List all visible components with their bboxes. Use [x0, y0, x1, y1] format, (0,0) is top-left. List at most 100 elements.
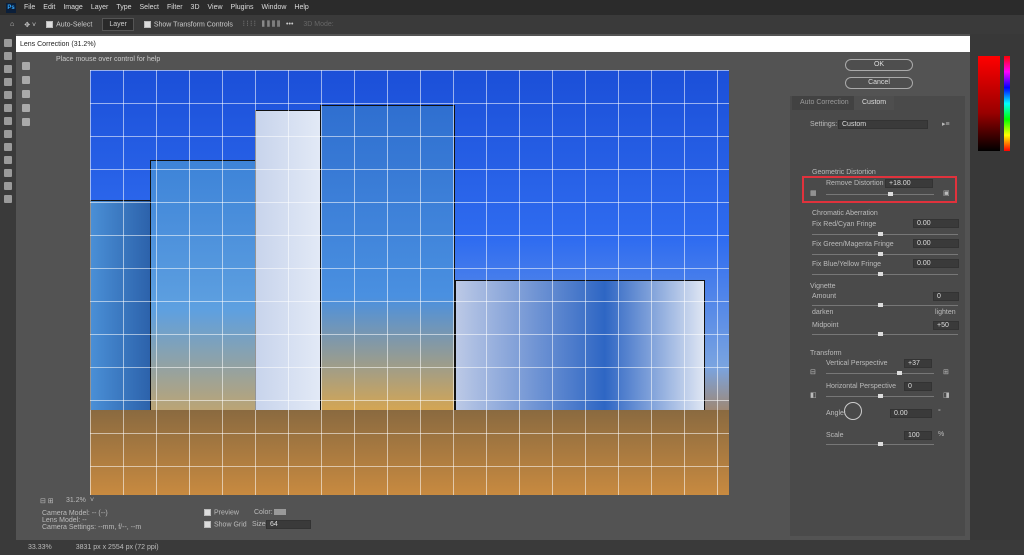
- geometric-title: Geometric Distortion: [812, 169, 876, 176]
- angle-input[interactable]: 0.00: [890, 409, 932, 418]
- crop-tool-icon[interactable]: [4, 78, 12, 86]
- red-cyan-slider[interactable]: [812, 234, 958, 235]
- menu-window[interactable]: Window: [262, 4, 287, 11]
- tab-custom[interactable]: Custom: [854, 96, 895, 110]
- red-cyan-thumb[interactable]: [878, 232, 883, 236]
- dialog-footer: ⊟ ⊞ 31.2% ˅ Camera Model: -- (--) Lens M…: [16, 496, 970, 538]
- grid-overlay: [90, 70, 729, 495]
- marquee-tool-icon[interactable]: [4, 52, 12, 60]
- transform-title: Transform: [810, 350, 842, 357]
- settings-label: Settings:: [810, 121, 838, 128]
- scale-thumb[interactable]: [878, 442, 883, 446]
- zoom-level: 31.2%: [66, 497, 86, 504]
- document-info[interactable]: 3831 px x 2554 px (72 ppi): [76, 544, 159, 551]
- blue-yellow-thumb[interactable]: [878, 272, 883, 276]
- horizontal-perspective-icon-right: ◨: [943, 392, 950, 399]
- red-cyan-input[interactable]: 0.00: [913, 219, 959, 228]
- amount-thumb[interactable]: [878, 303, 883, 307]
- home-icon[interactable]: ⌂: [10, 21, 14, 28]
- menu-image[interactable]: Image: [63, 4, 82, 11]
- eraser-tool-icon[interactable]: [4, 130, 12, 138]
- stamp-tool-icon[interactable]: [4, 117, 12, 125]
- menu-edit[interactable]: Edit: [43, 4, 55, 11]
- zoom-out-icon[interactable]: ⊟ ⊞: [40, 497, 54, 505]
- remove-distortion-input[interactable]: +18.00: [885, 179, 933, 188]
- layer-dropdown[interactable]: Layer: [102, 18, 134, 31]
- menu-filter[interactable]: Filter: [167, 4, 183, 11]
- blue-yellow-label: Fix Blue/Yellow Fringe: [812, 261, 881, 268]
- grid-size-dropdown[interactable]: 64: [266, 520, 311, 529]
- options-bar: ⌂ ✥ ˅ Auto-Select Layer Show Transform C…: [0, 15, 1024, 34]
- menu-3d[interactable]: 3D: [191, 4, 200, 11]
- auto-select-checkbox[interactable]: Auto-Select: [46, 20, 92, 28]
- vertical-perspective-label: Vertical Perspective: [826, 360, 888, 367]
- hand-tool-icon[interactable]: [22, 104, 30, 112]
- midpoint-thumb[interactable]: [878, 332, 883, 336]
- move-tool-icon[interactable]: [4, 39, 12, 47]
- menu-file[interactable]: File: [24, 4, 35, 11]
- menu-select[interactable]: Select: [140, 4, 159, 11]
- straighten-tool-icon[interactable]: [22, 76, 30, 84]
- blue-yellow-input[interactable]: 0.00: [913, 259, 959, 268]
- menu-layer[interactable]: Layer: [91, 4, 109, 11]
- angle-dial[interactable]: [844, 402, 862, 420]
- preview-checkbox[interactable]: Preview: [204, 509, 239, 516]
- show-transform-checkbox[interactable]: Show Transform Controls: [143, 20, 233, 28]
- status-bar: 33.33% 3831 px x 2554 px (72 ppi): [0, 540, 1024, 555]
- green-magenta-thumb[interactable]: [878, 252, 883, 256]
- remove-distortion-thumb[interactable]: [887, 192, 893, 196]
- photoshop-logo: Ps: [6, 2, 16, 13]
- align-icons[interactable]: ⫶ ⫶ ⫶ ⫶ ⫼ ⫼ ⫼ ⫼ •••: [243, 21, 294, 29]
- horizontal-perspective-thumb[interactable]: [878, 394, 883, 398]
- settings-dropdown[interactable]: Custom: [838, 120, 928, 129]
- hand-tool-icon[interactable]: [4, 182, 12, 190]
- ok-button[interactable]: OK: [845, 59, 913, 71]
- cancel-button[interactable]: Cancel: [845, 77, 913, 89]
- eyedropper-tool-icon[interactable]: [4, 91, 12, 99]
- green-magenta-label: Fix Green/Magenta Fringe: [812, 241, 894, 248]
- zoom-dropdown-icon[interactable]: ˅: [90, 497, 94, 504]
- preview-label: Preview: [214, 509, 239, 517]
- vertical-perspective-icon: ⊟: [810, 369, 816, 376]
- tab-auto-correction[interactable]: Auto Correction: [792, 96, 857, 110]
- remove-distortion-label: Remove Distortion: [826, 180, 884, 187]
- vertical-perspective-input[interactable]: +37: [904, 359, 932, 368]
- scale-unit: %: [938, 431, 945, 438]
- gradient-tool-icon[interactable]: [4, 143, 12, 151]
- scale-input[interactable]: 100: [904, 431, 932, 440]
- red-cyan-label: Fix Red/Cyan Fringe: [812, 221, 877, 228]
- midpoint-input[interactable]: +50: [933, 321, 959, 330]
- menu-type[interactable]: Type: [116, 4, 131, 11]
- zoom-tool-icon[interactable]: [4, 195, 12, 203]
- scale-label: Scale: [826, 432, 844, 439]
- remove-distortion-slider[interactable]: [826, 194, 934, 195]
- move-tool-icon[interactable]: ✥ ˅: [24, 21, 36, 29]
- show-grid-checkbox[interactable]: Show Grid: [204, 521, 247, 528]
- vertical-perspective-thumb[interactable]: [897, 371, 902, 375]
- vertical-perspective-slider[interactable]: [826, 373, 934, 374]
- remove-distortion-tool-icon[interactable]: [22, 62, 30, 70]
- grid-color-swatch[interactable]: [274, 509, 286, 515]
- preview-image[interactable]: [90, 70, 729, 495]
- zoom-tool-icon[interactable]: [22, 118, 30, 126]
- menu-plugins[interactable]: Plugins: [231, 4, 254, 11]
- blue-yellow-slider[interactable]: [812, 274, 958, 275]
- menu-help[interactable]: Help: [294, 4, 308, 11]
- amount-input[interactable]: 0: [933, 292, 959, 301]
- lasso-tool-icon[interactable]: [4, 65, 12, 73]
- amount-slider[interactable]: [812, 305, 958, 306]
- status-zoom: 33.33%: [28, 544, 52, 551]
- color-picker-field[interactable]: [978, 56, 1000, 151]
- horizontal-perspective-input[interactable]: 0: [904, 382, 932, 391]
- brush-tool-icon[interactable]: [4, 104, 12, 112]
- type-tool-icon[interactable]: [4, 169, 12, 177]
- midpoint-slider[interactable]: [812, 334, 958, 335]
- move-grid-tool-icon[interactable]: [22, 90, 30, 98]
- settings-menu-icon[interactable]: ▸≡: [942, 120, 950, 128]
- hue-slider[interactable]: [1004, 56, 1010, 151]
- menu-view[interactable]: View: [208, 4, 223, 11]
- green-magenta-slider[interactable]: [812, 254, 958, 255]
- green-magenta-input[interactable]: 0.00: [913, 239, 959, 248]
- tools-panel: [0, 34, 16, 540]
- pen-tool-icon[interactable]: [4, 156, 12, 164]
